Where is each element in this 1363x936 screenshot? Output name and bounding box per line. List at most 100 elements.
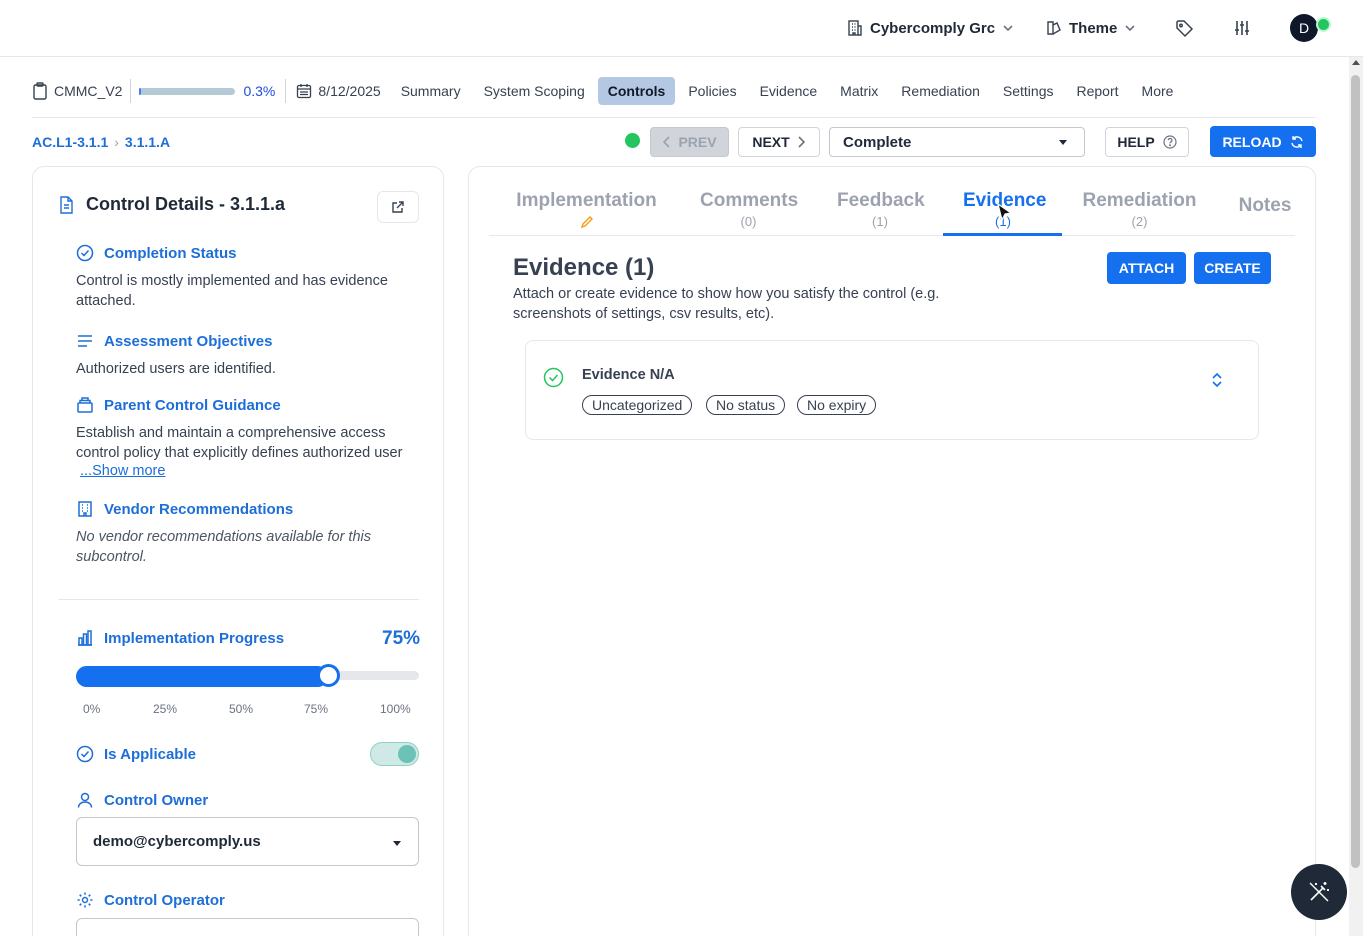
tab-feedback[interactable]: Feedback (1) [837,190,925,229]
expand-collapse-icon[interactable] [1207,370,1227,390]
nav-tab-matrix[interactable]: Matrix [830,77,888,105]
bar-chart-icon [76,629,94,647]
breadcrumb-parent[interactable]: AC.L1-3.1.1 [32,134,108,150]
control-operator-heading: Control Operator [76,891,225,909]
tab-label: Remediation [1082,190,1197,211]
evidence-category-chip: Uncategorized [582,395,693,415]
slider-tick-label: 25% [153,702,178,716]
control-owner-select[interactable]: demo@cybercomply.us [76,817,419,866]
control-details-title: Control Details - 3.1.1.a [58,194,285,215]
control-details-title-text: Control Details - 3.1.1.a [86,194,286,214]
project-progress-fill [139,87,142,95]
org-switcher[interactable]: Cybercomply Grc [846,18,1015,38]
status-select-value: Complete [843,133,912,151]
reload-label: RELOAD [1222,133,1282,150]
prev-button[interactable]: PREV [650,127,729,157]
slider-tick-label: 50% [229,702,254,716]
status-select[interactable]: Complete [829,127,1085,157]
avatar-initial: D [1298,20,1310,36]
slider-tick-label: 100% [380,702,411,716]
tab-comments[interactable]: Comments (0) [700,190,799,229]
vendor-recommendations-text: No vendor recommendations available for … [76,529,371,565]
user-icon [76,791,94,809]
evidence-item[interactable] [525,340,1259,440]
palette-icon [1045,19,1063,37]
avatar[interactable]: D [1290,14,1318,42]
ai-assistant-button[interactable] [1291,864,1347,920]
breadcrumb-separator: › [114,134,119,150]
status-indicator-dot [625,133,640,148]
next-button[interactable]: NEXT [738,127,820,157]
project-date: 8/12/2025 [286,83,390,99]
evidence-expiry-chip: No expiry [797,395,877,415]
toggle-knob [398,745,416,763]
nav-tab-controls[interactable]: Controls [597,77,676,105]
reload-button[interactable]: RELOAD [1210,126,1316,157]
project-nav: CMMC_V2 0.3% 8/12/2025 Summary System Sco… [32,75,1316,107]
control-operator-heading-text: Control Operator [104,891,225,909]
create-button[interactable]: CREATE [1194,252,1271,284]
org-name: Cybercomply Grc [870,19,996,37]
nav-tab-summary[interactable]: Summary [391,77,471,105]
assessment-objectives-text: Authorized users are identified. [76,361,276,377]
tab-label: Implementation [516,190,657,211]
scrollbar-thumb[interactable] [1351,75,1360,868]
evidence-status-chip: No status [706,395,786,415]
control-operator-select[interactable] [76,918,419,936]
check-circle-icon [76,745,94,763]
question-circle-icon [1163,135,1177,149]
external-link-icon [391,200,405,214]
implementation-progress-slider-thumb[interactable] [316,664,340,687]
nav-tab-remediation[interactable]: Remediation [891,77,990,105]
online-status-dot [1316,17,1331,32]
tab-label: Comments [700,190,799,211]
theme-label: Theme [1069,19,1118,37]
implementation-progress-heading-text: Implementation Progress [104,629,285,647]
is-applicable-toggle[interactable] [370,742,419,766]
help-button[interactable]: HELP [1105,127,1189,157]
calendar-icon [296,83,312,99]
implementation-progress-slider-fill [76,666,328,687]
nav-tab-system-scoping[interactable]: System Scoping [474,77,595,105]
breadcrumb: AC.L1-3.1.1 › 3.1.1.A [32,133,170,151]
building-icon [76,500,94,518]
nav-tab-report[interactable]: Report [1067,77,1129,105]
implementation-progress-heading: Implementation Progress [76,629,284,647]
tag-icon[interactable] [1173,17,1195,39]
tab-count: (1) [872,214,888,229]
help-label: HELP [1117,134,1155,150]
tab-label: Notes [1238,195,1292,216]
slider-tick-label: 0% [83,702,101,716]
evidence-item-name: Evidence N/A [582,367,675,383]
top-header: Cybercomply Grc Theme D [0,0,1363,57]
project-selector[interactable]: CMMC_V2 [32,79,132,103]
scroll-up-arrow[interactable] [1352,60,1360,65]
assessment-objectives-heading: Assessment Objectives [76,332,272,350]
lines-icon [76,332,94,350]
is-applicable-heading: Is Applicable [76,745,196,763]
nav-tab-policies[interactable]: Policies [678,77,746,105]
tab-label: Feedback [837,190,925,211]
sliders-icon[interactable] [1231,17,1253,39]
show-more-link[interactable]: ...Show more [80,463,165,479]
completion-status-heading: Completion Status [76,244,237,262]
control-owner-heading-text: Control Owner [104,791,209,809]
tab-notes[interactable]: Notes [1238,195,1292,217]
breadcrumb-current[interactable]: 3.1.1.A [125,134,170,150]
nav-tab-settings[interactable]: Settings [993,77,1064,105]
tab-remediation[interactable]: Remediation (2) [1082,190,1197,229]
project-progress: 0.3% [131,79,287,103]
attach-button[interactable]: ATTACH [1107,252,1186,284]
nav-tab-more[interactable]: More [1132,77,1184,105]
project-name: CMMC_V2 [54,83,123,99]
active-tab-underline [943,233,1062,236]
mouse-cursor-icon [996,202,1014,224]
theme-switcher[interactable]: Theme [1045,18,1137,38]
nav-tab-evidence[interactable]: Evidence [750,77,828,105]
tab-implementation[interactable]: Implementation [513,190,660,229]
check-circle-icon [76,244,94,262]
is-applicable-heading-text: Is Applicable [104,745,196,763]
evidence-title: Evidence (1) [513,254,655,281]
open-external-button[interactable] [377,191,419,223]
gear-icon [76,891,94,909]
